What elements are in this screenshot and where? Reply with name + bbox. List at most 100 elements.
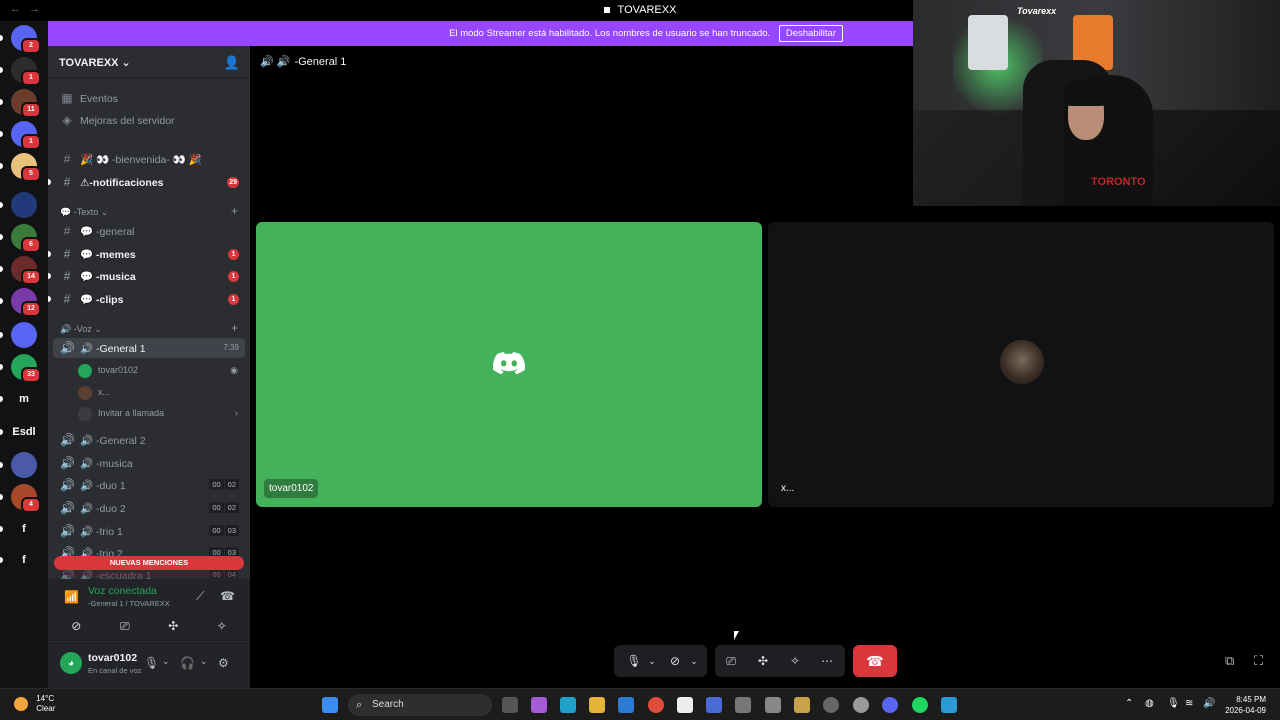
chevron-down-icon[interactable]: ⌄ xyxy=(688,656,700,667)
invite-to-call[interactable]: Invitar a llamada › xyxy=(78,403,238,423)
start-icon[interactable] xyxy=(322,697,338,713)
edge-icon[interactable] xyxy=(560,697,576,713)
fullscreen-icon[interactable]: ⛶ xyxy=(1254,653,1263,669)
screen-share-icon[interactable]: ⎚ xyxy=(715,654,747,669)
settings-gear-icon[interactable]: ⚙ xyxy=(218,656,229,670)
noise-suppression-icon[interactable]: ⟋ xyxy=(196,589,204,604)
activities-button[interactable]: ✣ xyxy=(151,615,196,637)
microphone-icon[interactable]: 🎙 xyxy=(622,654,646,668)
server-icon[interactable]: 33 xyxy=(11,354,41,383)
invite-icon[interactable]: 👤 xyxy=(224,55,240,71)
microphone-icon[interactable]: 🎙 xyxy=(144,656,159,670)
more-options-icon[interactable]: ⋯ xyxy=(811,654,843,668)
channel-bienvenida[interactable]: # 🎉 👀 -bienvenida- 👀 🎉 xyxy=(53,149,245,169)
spotify-icon[interactable] xyxy=(912,697,928,713)
server-icon[interactable]: 1 xyxy=(11,57,41,86)
voice-channel-trio-1[interactable]: 🔊 🔊 -trio 1 00 03 xyxy=(53,521,245,541)
popout-icon[interactable]: ⧉ xyxy=(1225,653,1234,669)
user-name[interactable]: tovar0102 xyxy=(88,652,137,664)
add-channel-icon[interactable]: + xyxy=(231,321,238,335)
network-icon[interactable]: ◍ xyxy=(1145,698,1154,709)
voice-user[interactable]: x... xyxy=(78,382,110,402)
app-icon[interactable] xyxy=(706,697,722,713)
obs-icon[interactable] xyxy=(823,697,839,713)
chevron-down-icon[interactable]: ⌄ xyxy=(200,656,208,667)
voice-channel-duo-2[interactable]: 🔊 🔊 -duo 2 00 02 xyxy=(53,498,245,518)
voice-location[interactable]: -General 1 / TOVAREXX xyxy=(88,599,170,608)
signal-icon[interactable]: 📶 xyxy=(64,590,79,604)
events-item[interactable]: ▦ Eventos xyxy=(53,88,245,108)
camera-off-button[interactable]: ⊘ xyxy=(54,615,99,637)
task-view-icon[interactable] xyxy=(502,697,518,713)
taskbar-search[interactable]: ⌕ Search xyxy=(348,694,492,716)
weather-widget[interactable]: 14°C Clear xyxy=(14,694,55,714)
server-icon[interactable]: f xyxy=(11,547,37,573)
participant-tile[interactable]: x... xyxy=(768,222,1274,507)
add-channel-icon[interactable]: + xyxy=(231,204,238,218)
channel-notificaciones[interactable]: # ⚠-notificaciones 29 xyxy=(48,172,245,192)
server-icon[interactable]: 11 xyxy=(11,89,41,118)
camera-off-icon[interactable]: ⊘ xyxy=(662,654,688,668)
server-icon[interactable]: 5 xyxy=(11,153,41,182)
server-icon[interactable]: 14 xyxy=(11,256,41,285)
volume-icon[interactable]: 🔊 xyxy=(1203,698,1215,709)
channel-memes[interactable]: # 💬 -memes 1 xyxy=(48,244,245,264)
voice-channel-musica[interactable]: 🔊 🔊 -musica xyxy=(53,453,245,473)
call-header: 🔊 🔊 -General 1 xyxy=(260,55,346,68)
chevron-down-icon[interactable]: ⌄ xyxy=(162,656,170,667)
channel-clips[interactable]: # 💬 -clips 1 xyxy=(48,289,245,309)
disable-streamer-button[interactable]: Deshabilitar xyxy=(778,25,843,42)
server-icon[interactable]: f xyxy=(11,516,37,542)
microphone-icon[interactable]: 🎙 xyxy=(1167,698,1180,709)
channel-general[interactable]: # 💬 -general xyxy=(53,221,245,241)
app-icon[interactable] xyxy=(941,697,957,713)
server-icon[interactable]: 4 xyxy=(11,484,41,513)
server-icon[interactable]: Esdl xyxy=(11,419,37,445)
server-boosts-item[interactable]: ◈ Mejoras del servidor xyxy=(53,110,245,130)
server-icon[interactable]: 6 xyxy=(11,224,41,253)
activities-icon[interactable]: ✣ xyxy=(747,654,779,668)
banner-text: El modo Streamer está habilitado. Los no… xyxy=(449,28,771,39)
soundboard-button[interactable]: ✧ xyxy=(200,615,245,637)
voice-channel-duo-1[interactable]: 🔊 🔊 -duo 1 00 02 xyxy=(53,475,245,495)
soundboard-icon[interactable]: ✧ xyxy=(779,654,811,668)
server-icon[interactable]: 1 xyxy=(11,121,41,150)
guild-header[interactable]: TOVAREXX ⌄ 👤 xyxy=(48,46,250,78)
new-mentions-bar[interactable]: NUEVAS MENCIONES xyxy=(54,556,244,570)
hang-up-button[interactable]: ☎ xyxy=(853,645,897,677)
store-icon[interactable] xyxy=(677,697,693,713)
server-label: f xyxy=(22,554,26,566)
chrome-icon[interactable] xyxy=(648,697,664,713)
headphones-icon[interactable]: 🎧 xyxy=(180,656,195,670)
clock[interactable]: 8:45 PM 2026-04-09 xyxy=(1225,694,1266,716)
avatar[interactable]: ◕ xyxy=(60,652,82,674)
discord-icon[interactable] xyxy=(882,697,898,713)
participant-tile[interactable]: tovar0102 xyxy=(256,222,762,507)
channel-musica[interactable]: # 💬 -musica 1 xyxy=(48,266,245,286)
tools-icon[interactable] xyxy=(765,697,781,713)
category-text[interactable]: 💬 -Texto ⌄ xyxy=(60,207,108,218)
wifi-icon[interactable]: ≋ xyxy=(1185,698,1193,709)
server-icon[interactable]: m xyxy=(11,386,37,412)
file-explorer-icon[interactable] xyxy=(589,697,605,713)
voice-channel-general-2[interactable]: 🔊 🔊 -General 2 xyxy=(53,430,245,450)
screen-share-button[interactable]: ⎚ xyxy=(103,615,148,637)
chevron-up-icon[interactable]: ⌃ xyxy=(1125,698,1133,709)
mail-icon[interactable] xyxy=(618,697,634,713)
voice-user[interactable]: tovar0102 ◉ xyxy=(78,360,238,380)
chevron-down-icon[interactable]: ⌄ xyxy=(646,656,658,667)
server-icon[interactable] xyxy=(11,452,37,478)
category-voice[interactable]: 🔊 -Voz ⌄ xyxy=(60,324,102,335)
server-icon[interactable]: 2 xyxy=(11,25,41,54)
server-icon[interactable]: 12 xyxy=(11,288,41,317)
disconnect-icon[interactable]: ☎ xyxy=(220,589,235,603)
folder-icon[interactable] xyxy=(794,697,810,713)
unread-pill xyxy=(0,35,3,41)
settings-icon[interactable] xyxy=(853,697,869,713)
apps-grid-icon[interactable] xyxy=(735,697,751,713)
notification-badge: 5 xyxy=(21,166,41,182)
copilot-icon[interactable] xyxy=(531,697,547,713)
server-icon[interactable] xyxy=(11,322,37,348)
voice-channel-general-1[interactable]: 🔊 🔊 -General 1 7:39 xyxy=(53,338,245,358)
server-icon[interactable] xyxy=(11,192,37,218)
